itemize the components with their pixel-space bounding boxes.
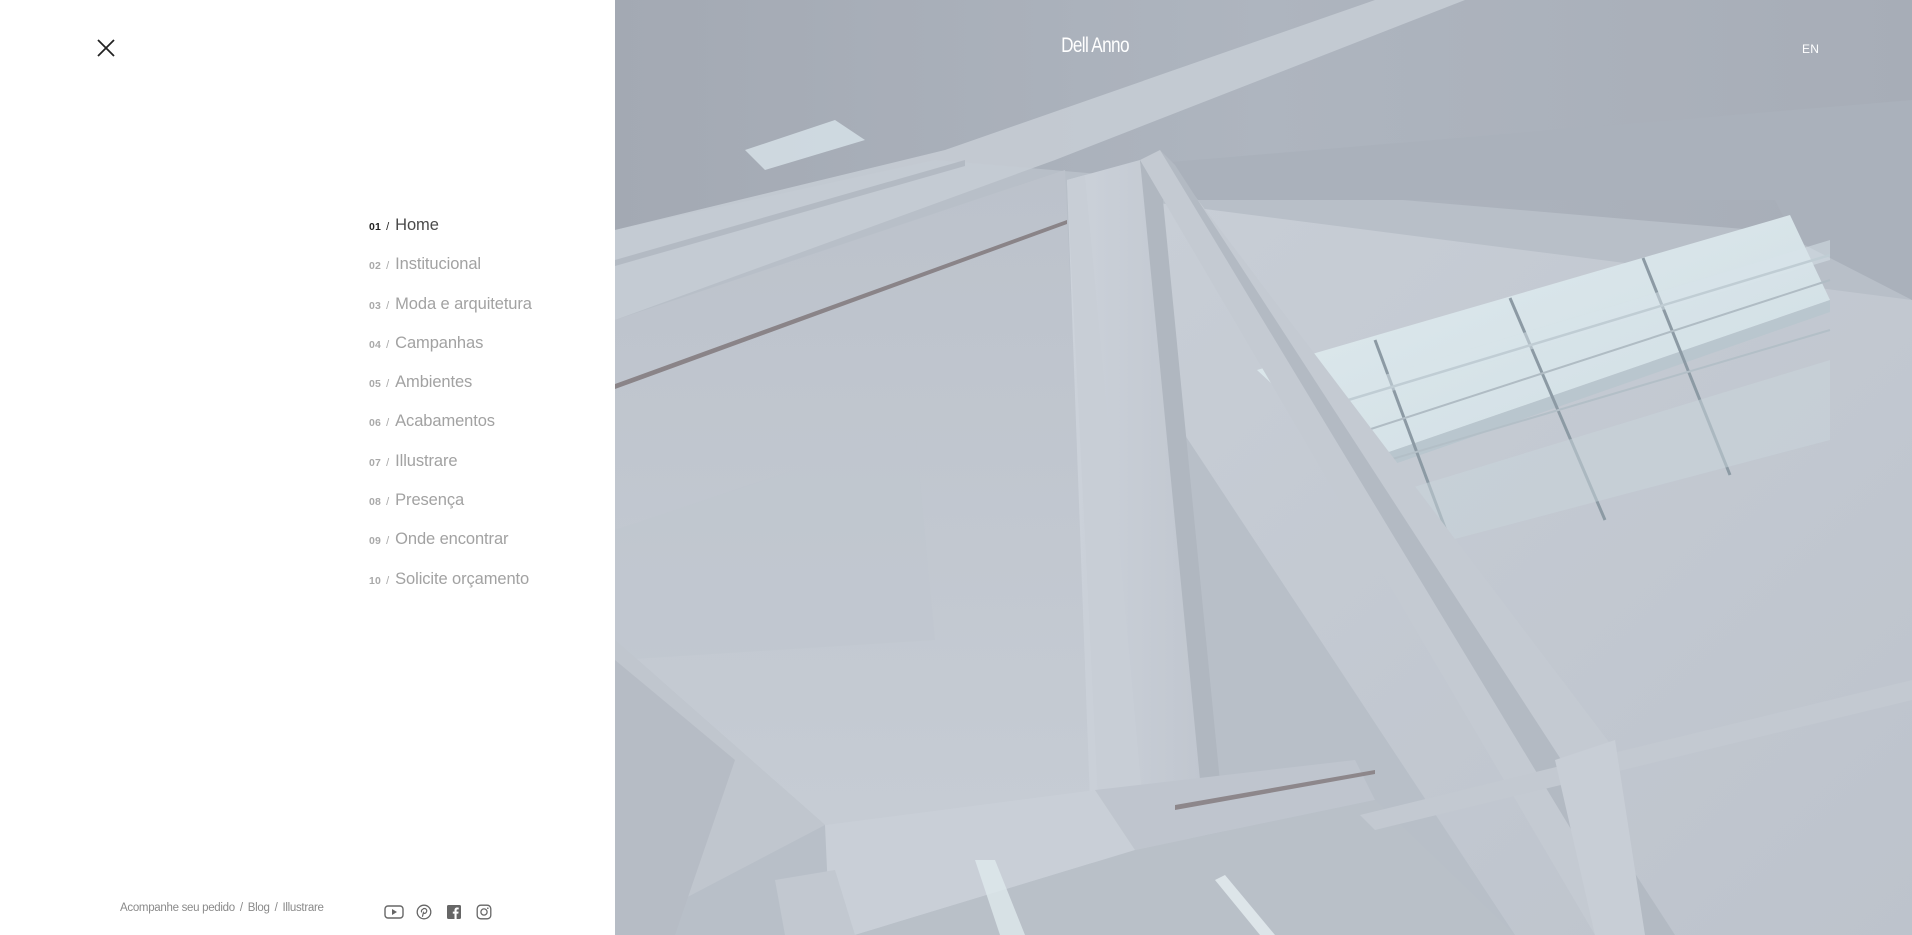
menu-item-number: 08 (369, 496, 382, 509)
menu-item-number: 09 (369, 535, 382, 548)
menu-item-label: Acabamentos (395, 412, 495, 431)
menu-item-separator: / (386, 338, 390, 351)
menu-item-label: Onde encontrar (395, 530, 509, 549)
facebook-link[interactable] (444, 903, 464, 921)
social-links (384, 903, 504, 921)
architecture-photo (615, 0, 1912, 935)
navigation-panel: 01 / Home 02 / Institucional 03 / Moda e… (0, 0, 615, 935)
footer-link-separator: / (239, 902, 243, 914)
menu-item-number: 03 (369, 299, 382, 312)
menu-item-separator: / (386, 456, 390, 469)
menu-item-presenca[interactable]: 08 / Presença (369, 491, 532, 530)
menu-item-label: Presença (395, 491, 465, 510)
menu-item-separator: / (386, 260, 390, 273)
menu-item-separator: / (386, 299, 390, 312)
menu-item-institucional[interactable]: 02 / Institucional (369, 255, 532, 294)
menu-item-ambientes[interactable]: 05 / Ambientes (369, 373, 532, 412)
instagram-link[interactable] (474, 903, 494, 921)
menu-item-moda-e-arquitetura[interactable]: 03 / Moda e arquitetura (369, 295, 532, 334)
main-menu: 01 / Home 02 / Institucional 03 / Moda e… (369, 216, 532, 609)
menu-item-acabamentos[interactable]: 06 / Acabamentos (369, 412, 532, 451)
menu-item-onde-encontrar[interactable]: 09 / Onde encontrar (369, 530, 532, 569)
pinterest-icon (416, 904, 432, 920)
menu-item-label: Moda e arquitetura (395, 294, 532, 313)
youtube-icon (384, 905, 404, 919)
menu-item-label: Campanhas (395, 333, 484, 352)
menu-item-label: Home (395, 216, 439, 234)
menu-item-home[interactable]: 01 / Home (369, 216, 532, 255)
brand-logo[interactable]: Dell Anno (980, 34, 1210, 58)
menu-item-number: 07 (369, 456, 382, 469)
menu-item-campanhas[interactable]: 04 / Campanhas (369, 334, 532, 373)
facebook-icon (447, 905, 461, 919)
menu-item-separator: / (386, 221, 390, 233)
footer-link-acompanhe-seu-pedido[interactable]: Acompanhe seu pedido (120, 902, 235, 914)
footer-link-separator: / (274, 902, 278, 914)
menu-item-label: Institucional (395, 255, 481, 274)
menu-item-separator: / (386, 535, 390, 548)
menu-item-separator: / (386, 378, 390, 391)
menu-item-label: Ambientes (395, 373, 473, 392)
footer-link-illustrare[interactable]: Illustrare (282, 902, 323, 914)
menu-item-number: 05 (369, 378, 382, 391)
youtube-link[interactable] (384, 903, 404, 921)
close-menu-button[interactable] (92, 34, 120, 62)
close-icon (97, 39, 115, 57)
menu-item-solicite-orcamento[interactable]: 10 / Solicite orçamento (369, 570, 532, 609)
menu-item-number: 02 (369, 260, 382, 273)
language-switch[interactable]: EN (1802, 42, 1819, 56)
menu-item-separator: / (386, 417, 390, 430)
footer-link-blog[interactable]: Blog (248, 902, 270, 914)
menu-item-number: 04 (369, 338, 382, 351)
menu-item-label: Illustrare (395, 451, 458, 470)
menu-item-separator: / (386, 496, 390, 509)
pinterest-link[interactable] (414, 903, 434, 921)
menu-item-number: 01 (369, 221, 382, 233)
hero-image: Dell Anno EN (615, 0, 1912, 935)
menu-item-number: 06 (369, 417, 382, 430)
footer-links: Acompanhe seu pedido / Blog / Illustrare (120, 902, 324, 914)
menu-item-number: 10 (369, 574, 382, 587)
menu-item-separator: / (386, 574, 390, 587)
menu-item-label: Solicite orçamento (395, 569, 530, 588)
instagram-icon (476, 904, 492, 920)
menu-item-illustrare[interactable]: 07 / Illustrare (369, 452, 532, 491)
